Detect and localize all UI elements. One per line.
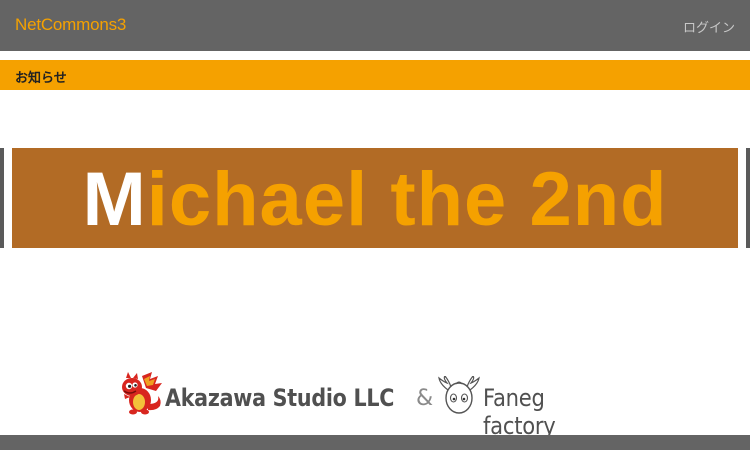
site-header: NetCommons3 ログイン [0, 0, 750, 51]
notice-frame-title: お知らせ [15, 70, 67, 85]
akazawa-studio-wordmark: Akazawa Studio LLC [165, 384, 395, 412]
credits-logo: Akazawa Studio LLC & Faneg factory [118, 370, 638, 440]
banner-edge-left [0, 148, 4, 248]
banner-edge-right [746, 148, 750, 248]
banner-title: Michael the 2nd [82, 162, 667, 238]
faneg-factory-wordmark: Faneg factory [483, 384, 556, 440]
login-link[interactable]: ログイン [683, 17, 735, 36]
site-footer [0, 435, 750, 450]
site-brand-link[interactable]: NetCommons3 [15, 15, 126, 35]
notice-frame-header: お知らせ [0, 60, 750, 90]
banner-title-rest: ichael the 2nd [146, 157, 668, 242]
banner-title-initial: M [82, 157, 147, 242]
announcement-banner: Michael the 2nd [12, 148, 738, 248]
credits-ampersand: & [416, 386, 434, 411]
red-dragon-mascot-icon [122, 372, 162, 415]
winged-egg-mascot-icon [438, 376, 480, 414]
